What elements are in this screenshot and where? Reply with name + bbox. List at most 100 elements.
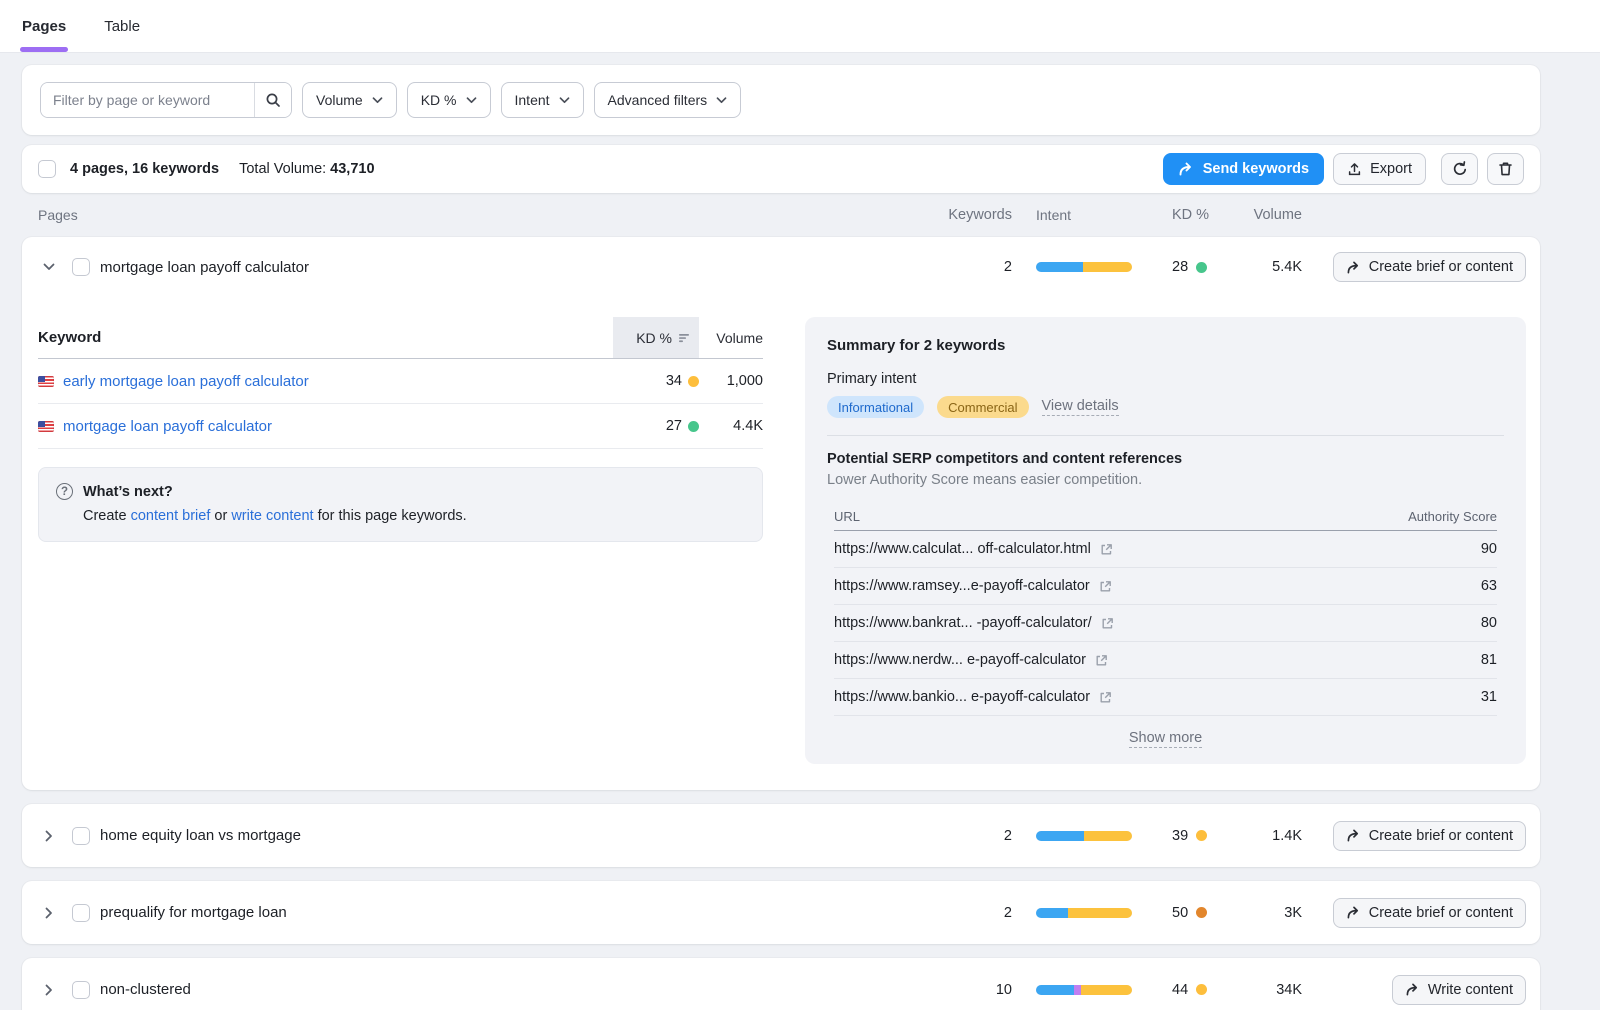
url-row: https://www.nerdw... e-payoff-calculator… [834, 642, 1497, 679]
create-brief-button[interactable]: Create brief or content [1333, 252, 1526, 282]
send-arrow-icon [1178, 162, 1194, 176]
sort-desc-icon [678, 332, 691, 344]
expand-chevron-right-icon[interactable] [38, 907, 60, 919]
us-flag-icon [38, 376, 54, 387]
intent-segment-transactional [1074, 985, 1081, 995]
kd-value: 28 [1172, 259, 1188, 275]
collapse-chevron-down-icon[interactable] [38, 263, 60, 271]
delete-button[interactable] [1487, 153, 1524, 185]
send-arrow-icon [1346, 261, 1361, 274]
keyword-row: mortgage loan payoff calculator274.4K [38, 404, 763, 449]
row-action-button[interactable]: Create brief or content [1333, 821, 1526, 851]
export-icon [1347, 162, 1362, 177]
volume-value: 1.4K [1232, 828, 1302, 844]
url-row: https://www.ramsey...e-payoff-calculator… [834, 568, 1497, 605]
export-label: Export [1370, 161, 1412, 177]
search-input[interactable] [41, 83, 254, 117]
page-list: home equity loan vs mortgage 2 39 1.4K C… [22, 804, 1540, 1010]
page-checkbox[interactable] [72, 258, 90, 276]
send-keywords-button[interactable]: Send keywords [1163, 153, 1324, 185]
intent-badges: Informational Commercial View details [827, 396, 1504, 418]
content-brief-link[interactable]: content brief [131, 508, 211, 524]
row-action-label: Write content [1428, 982, 1513, 998]
page-card: non-clustered 10 44 34K Write content [22, 958, 1540, 1010]
page-row[interactable]: home equity loan vs mortgage 2 39 1.4K C… [22, 804, 1540, 867]
send-arrow-icon [1346, 906, 1361, 919]
filter-dropdown-advanced-filters[interactable]: Advanced filters [594, 82, 742, 118]
filter-dropdown-intent[interactable]: Intent [501, 82, 584, 118]
url-text: https://www.ramsey...e-payoff-calculator [834, 578, 1090, 594]
keyword-table: Keyword KD % Volume early mortgage loan … [38, 317, 763, 764]
intent-bar [1036, 985, 1132, 995]
tab-pages[interactable]: Pages [22, 0, 66, 52]
url-text: https://www.bankio... e-payoff-calculato… [834, 689, 1090, 705]
external-link-icon[interactable] [1100, 543, 1113, 556]
whats-next-prefix: Create [83, 508, 131, 524]
url-table: URL Authority Score https://www.calculat… [827, 503, 1504, 746]
keyword-link[interactable]: mortgage loan payoff calculator [63, 418, 272, 435]
volume-value: 4.4K [699, 418, 763, 434]
tab-table-label: Table [104, 18, 140, 35]
whats-next-text: Create content brief or write content fo… [83, 508, 745, 524]
page-checkbox[interactable] [72, 904, 90, 922]
row-action-label: Create brief or content [1369, 828, 1513, 844]
toolbar-actions: Send keywords Export [1163, 153, 1524, 185]
trash-icon [1498, 161, 1513, 177]
authority-score-value: 80 [1387, 615, 1497, 631]
refresh-button[interactable] [1441, 153, 1478, 185]
export-button[interactable]: Export [1333, 153, 1426, 185]
column-intent: Intent [1012, 207, 1146, 223]
external-link-icon[interactable] [1095, 654, 1108, 667]
page-row[interactable]: non-clustered 10 44 34K Write content [22, 958, 1540, 1010]
external-link-icon[interactable] [1099, 580, 1112, 593]
url-row: https://www.bankrat... -payoff-calculato… [834, 605, 1497, 642]
kd-dot [1196, 984, 1207, 995]
page-title: mortgage loan payoff calculator [100, 259, 309, 276]
kd-sort-header[interactable]: KD % [613, 317, 699, 358]
show-more-link[interactable]: Show more [1129, 730, 1202, 748]
page-row[interactable]: mortgage loan payoff calculator 2 28 5.4… [22, 237, 1540, 297]
select-all-checkbox[interactable] [38, 160, 56, 178]
total-volume: Total Volume:43,710 [239, 161, 374, 177]
page-row[interactable]: prequalify for mortgage loan 2 50 3K Cre… [22, 881, 1540, 944]
page-card: prequalify for mortgage loan 2 50 3K Cre… [22, 881, 1540, 944]
filter-dropdown-volume[interactable]: Volume [302, 82, 397, 118]
send-arrow-icon [1405, 983, 1420, 996]
total-volume-value: 43,710 [330, 161, 374, 177]
search-button[interactable] [254, 83, 291, 117]
external-link-icon[interactable] [1099, 691, 1112, 704]
expand-chevron-right-icon[interactable] [38, 830, 60, 842]
badge-commercial: Commercial [937, 396, 1028, 418]
intent-segment-informational [1036, 908, 1068, 918]
write-content-link[interactable]: write content [231, 508, 313, 524]
keyword-link[interactable]: early mortgage loan payoff calculator [63, 373, 309, 390]
page-title: prequalify for mortgage loan [100, 904, 287, 921]
volume-value: 3K [1232, 905, 1302, 921]
primary-intent-label: Primary intent [827, 371, 1504, 387]
competitors-title: Potential SERP competitors and content r… [827, 451, 1504, 467]
send-keywords-label: Send keywords [1203, 161, 1309, 177]
external-link-icon[interactable] [1101, 617, 1114, 630]
view-details-link[interactable]: View details [1042, 398, 1119, 416]
volume-value: 1,000 [699, 373, 763, 389]
summary-title: Summary for 2 keywords [827, 337, 1504, 354]
column-kd: KD % [1146, 207, 1232, 223]
tab-table[interactable]: Table [104, 0, 140, 52]
kd-dot [1196, 830, 1207, 841]
page-checkbox[interactable] [72, 981, 90, 999]
keyword-table-header: Keyword KD % Volume [38, 317, 763, 359]
refresh-icon [1452, 161, 1468, 177]
column-volume: Volume [1232, 207, 1302, 223]
filter-dropdown-kd-[interactable]: KD % [407, 82, 491, 118]
volume-value: 34K [1232, 982, 1302, 998]
row-action-button[interactable]: Create brief or content [1333, 898, 1526, 928]
kd-dot [688, 421, 699, 432]
authority-score-value: 63 [1387, 578, 1497, 594]
row-action-button[interactable]: Write content [1392, 975, 1526, 1005]
page-checkbox[interactable] [72, 827, 90, 845]
search-icon [265, 92, 281, 108]
expand-chevron-right-icon[interactable] [38, 984, 60, 996]
url-text: https://www.nerdw... e-payoff-calculator [834, 652, 1086, 668]
intent-bar [1036, 908, 1132, 918]
selection-summary: 4 pages, 16 keywords [70, 161, 219, 177]
